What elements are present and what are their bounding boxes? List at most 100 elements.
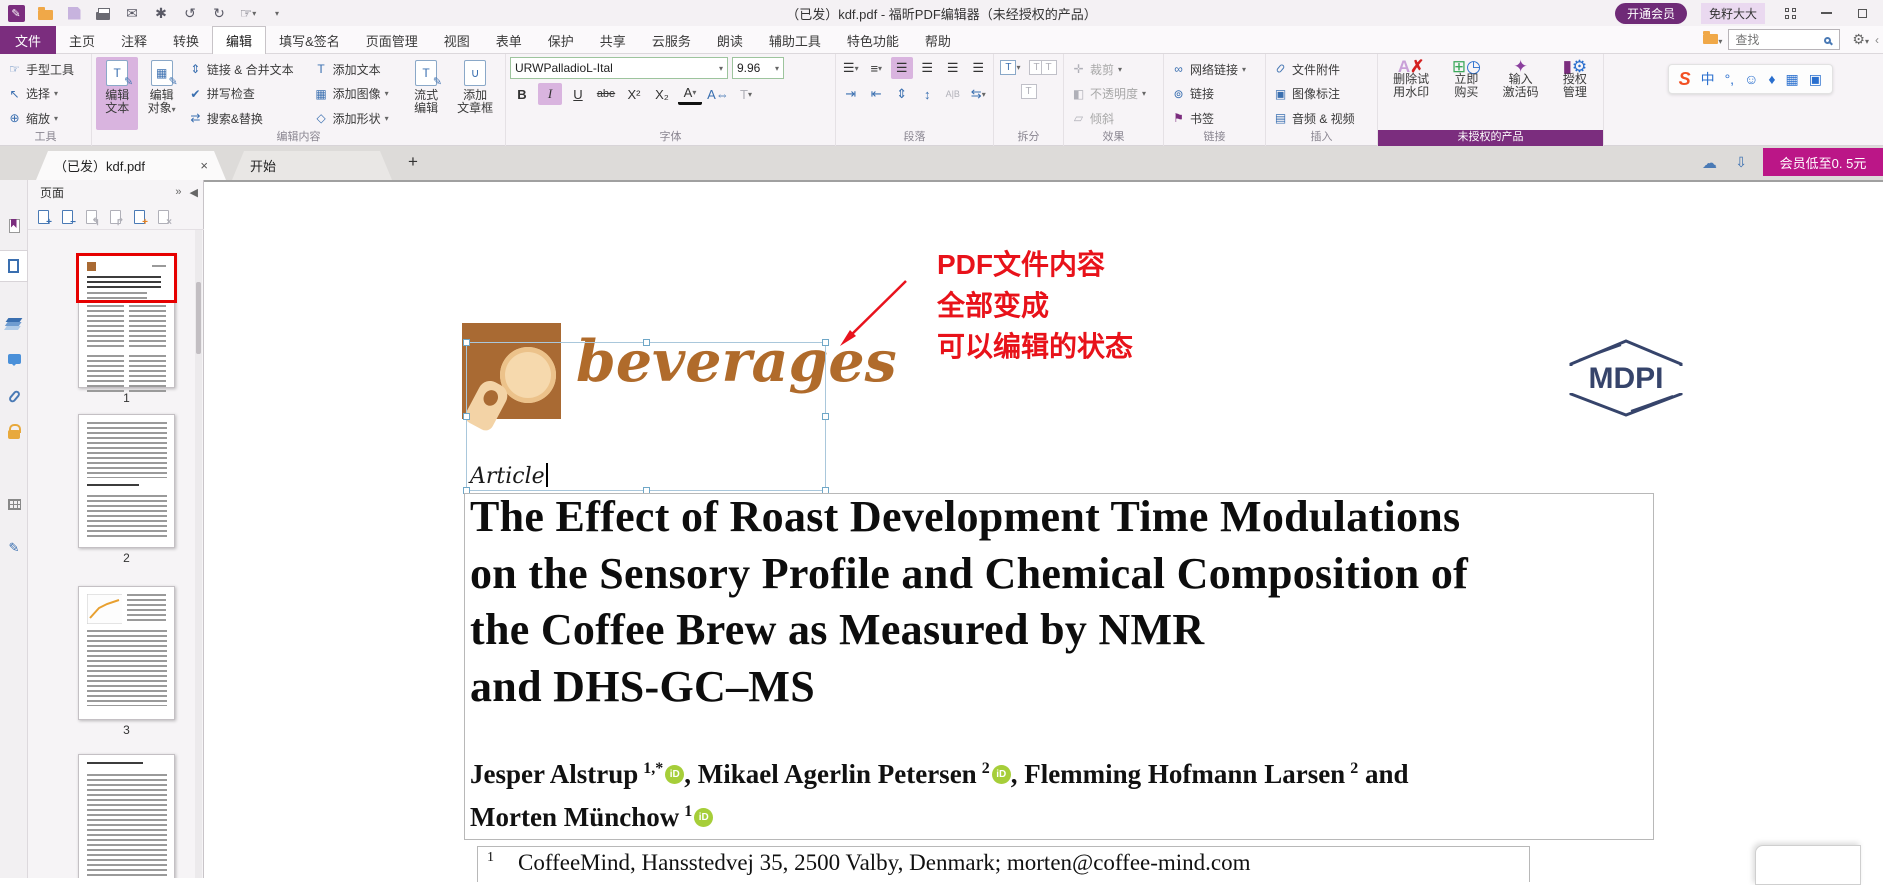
link-button[interactable]: ⊚ 链接	[1168, 83, 1261, 105]
bullet-list-icon[interactable]: ☰ ▾	[840, 57, 862, 79]
search-replace-button[interactable]: ⇄ 搜索&替换	[185, 107, 309, 129]
ime-punctuation-icon[interactable]: °,	[1725, 71, 1735, 87]
select-tool-button[interactable]: ↖ 选择 ▾	[4, 83, 87, 105]
sogou-logo-icon[interactable]: S	[1679, 69, 1691, 90]
merge-textbox-icon[interactable]: TT	[1028, 57, 1057, 75]
panel-expand-icon[interactable]: »	[175, 186, 181, 199]
ime-toolbar[interactable]: S 中 °, ☺ ♦ ▦ ▣	[1667, 64, 1833, 94]
affiliation-footnote[interactable]: 1 CoffeeMind, Hansstedvej 35, 2500 Valby,…	[487, 850, 1251, 876]
settings-gear-icon[interactable]: ⚙▾	[1852, 31, 1869, 48]
resize-handle-w[interactable]	[463, 413, 470, 420]
font-color-button[interactable]: A ▾	[678, 83, 702, 105]
indent-decrease-icon[interactable]: ⇤	[866, 83, 888, 105]
tab-share[interactable]: 共享	[587, 26, 639, 54]
file-attachment-button[interactable]: 文件附件	[1270, 58, 1373, 80]
underline-button[interactable]: U	[566, 83, 590, 105]
edit-object-button[interactable]: ▦ ✎ 编辑 对象▾	[140, 57, 182, 130]
restore-window-button[interactable]	[1851, 4, 1873, 22]
orcid-icon[interactable]: iD	[694, 808, 714, 827]
image-callout-button[interactable]: ▣ 图像标注	[1270, 83, 1373, 105]
tab-page-organize[interactable]: 页面管理	[353, 26, 431, 54]
orcid-icon[interactable]: iD	[991, 765, 1011, 784]
weblink-button[interactable]: ∞ 网络链接 ▾	[1168, 58, 1261, 80]
floating-widget[interactable]	[1755, 845, 1861, 885]
flow-edit-button[interactable]: T ✎ 流式 编辑	[405, 57, 447, 130]
font-family-select[interactable]: URWPalladioL-Ital ▾	[510, 57, 728, 79]
ime-keyboard-icon[interactable]: ▦	[1786, 71, 1799, 88]
tab-edit[interactable]: 编辑	[212, 26, 267, 54]
new-doc-tab-button[interactable]: +	[408, 152, 418, 172]
layout-grid-icon[interactable]	[1779, 4, 1801, 22]
link-merge-text-button[interactable]: ⇕ 链接 & 合并文本	[185, 58, 309, 80]
indent-increase-icon[interactable]: ⇥	[840, 83, 862, 105]
char-spacing-button[interactable]: A⇔	[706, 83, 730, 105]
delete-page-icon[interactable]	[158, 209, 172, 228]
comments-panel-icon[interactable]	[0, 343, 28, 375]
page-thumbnail-2[interactable]: 2	[78, 414, 175, 565]
numbered-list-icon[interactable]: ≡ ▾	[866, 57, 888, 79]
tab-slideshow[interactable]: 朗读	[704, 26, 756, 54]
membership-promo-banner[interactable]: 会员低至0. 5元	[1763, 148, 1883, 176]
bookmarks-panel-icon[interactable]	[0, 210, 28, 242]
collapse-ribbon-icon[interactable]: ‹	[1875, 33, 1879, 47]
add-text-button[interactable]: T 添加文本	[311, 58, 403, 80]
tab-features[interactable]: 特色功能	[834, 26, 912, 54]
add-article-frame-button[interactable]: ∪ 添加 文章框	[449, 57, 501, 130]
share-download-icon[interactable]: ⇩	[1735, 154, 1747, 171]
strikethrough-button[interactable]: abe	[594, 83, 618, 105]
subscript-button[interactable]: X₂	[650, 83, 674, 105]
buy-now-button[interactable]: ⊞◷ 立即 购买	[1444, 57, 1488, 130]
tab-protect[interactable]: 保护	[535, 26, 587, 54]
orcid-icon[interactable]: iD	[665, 765, 685, 784]
rotate-right-icon[interactable]	[110, 209, 124, 228]
tab-cloud[interactable]: 云服务	[639, 26, 704, 54]
tab-help[interactable]: 帮助	[912, 26, 964, 54]
page-thumbnail-4[interactable]: 4	[78, 754, 175, 878]
shrink-thumbnails-icon[interactable]	[62, 209, 76, 228]
align-left-icon[interactable]: ☰	[891, 57, 913, 79]
rotate-left-icon[interactable]	[86, 209, 100, 228]
remove-watermark-button[interactable]: A✗ 删除试 用水印	[1384, 57, 1438, 130]
signature-panel-icon[interactable]: ✎	[0, 532, 28, 564]
resize-handle-nw[interactable]	[463, 339, 470, 346]
tab-fill-sign[interactable]: 填写&签名	[266, 26, 353, 54]
resize-handle-ne[interactable]	[822, 339, 829, 346]
ime-chinese-mode-icon[interactable]: 中	[1701, 69, 1715, 89]
minimize-button[interactable]	[1815, 4, 1837, 22]
vertical-text-button[interactable]: T ▾	[734, 83, 758, 105]
kerning-icon[interactable]: A|B	[942, 83, 964, 105]
enter-activation-code-button[interactable]: ✦ 输入 激活码	[1495, 57, 1547, 130]
italic-button[interactable]: I	[538, 83, 562, 105]
cloud-icon[interactable]: ☁	[1702, 154, 1717, 172]
attachments-panel-icon[interactable]	[0, 380, 28, 412]
fields-panel-icon[interactable]	[0, 488, 28, 520]
article-type-label[interactable]: Article	[470, 463, 548, 489]
thumbnails-scrollbar[interactable]	[195, 230, 202, 878]
resize-handle-e[interactable]	[822, 413, 829, 420]
document-page[interactable]: beverages Article PDF文件内容 全部变成 可以编辑的状态 M…	[204, 180, 1883, 885]
upgrade-membership-button[interactable]: 开通会员	[1614, 2, 1687, 24]
tab-file[interactable]: 文件	[0, 26, 56, 54]
tab-comment[interactable]: 注释	[108, 26, 160, 54]
opacity-button[interactable]: ◧ 不透明度 ▾	[1068, 83, 1159, 105]
doc-tab-close-icon[interactable]: ×	[200, 158, 208, 173]
security-panel-icon[interactable]	[0, 416, 28, 448]
license-manage-button[interactable]: ▮⚙ 授权 管理	[1553, 57, 1597, 130]
paper-title[interactable]: The Effect of Roast Development Time Mod…	[470, 489, 1670, 715]
text-direction-icon[interactable]: ⇆ ▾	[968, 83, 990, 105]
bold-button[interactable]: B	[510, 83, 534, 105]
doc-tab-active[interactable]: （已发）kdf.pdf ×	[36, 151, 226, 180]
ime-emoji-icon[interactable]: ☺	[1744, 71, 1758, 87]
resize-handle-n[interactable]	[643, 339, 650, 346]
tab-form[interactable]: 表单	[483, 26, 535, 54]
align-center-icon[interactable]: ☰	[917, 57, 939, 79]
ime-toolbox-icon[interactable]: ▣	[1809, 71, 1822, 88]
enlarge-thumbnails-icon[interactable]	[38, 209, 52, 228]
search-folder-icon[interactable]: ▾	[1703, 30, 1722, 49]
pages-panel-icon[interactable]	[0, 250, 28, 282]
add-shape-button[interactable]: ◇ 添加形状 ▾	[311, 107, 403, 129]
tab-home[interactable]: 主页	[56, 26, 108, 54]
zoom-tool-button[interactable]: ⊕ 缩放 ▾	[4, 107, 87, 129]
superscript-button[interactable]: X²	[622, 83, 646, 105]
ime-mic-icon[interactable]: ♦	[1768, 71, 1775, 87]
